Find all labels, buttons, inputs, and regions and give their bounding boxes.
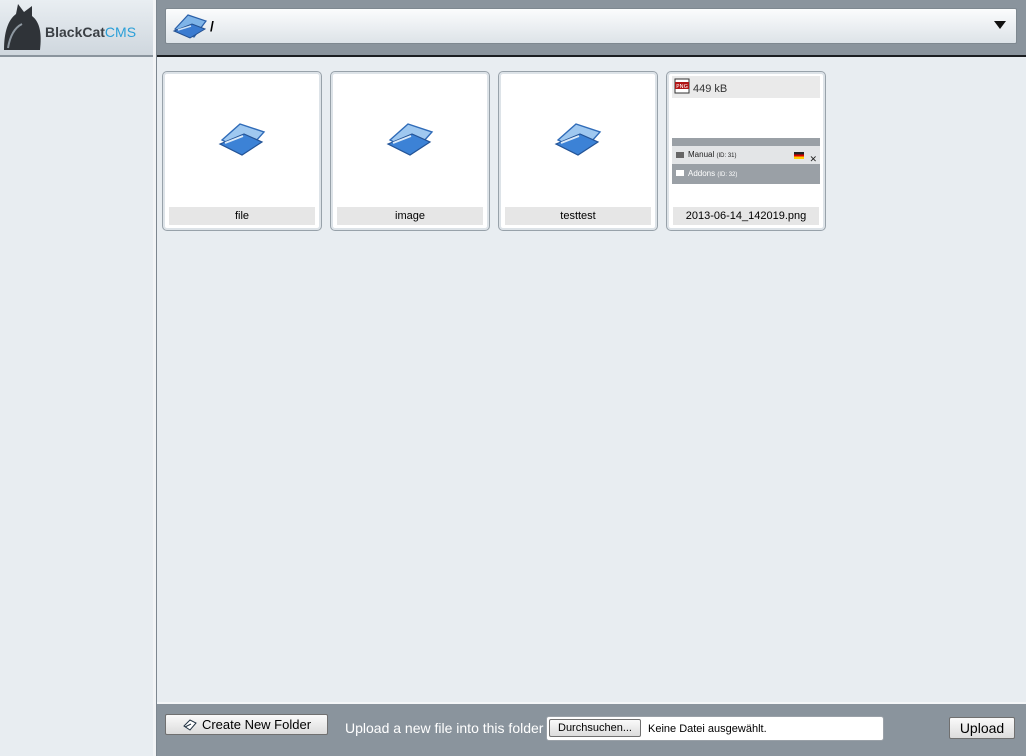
- png-file-icon: PNG: [674, 78, 690, 94]
- folder-tile-file[interactable]: file: [162, 71, 322, 231]
- tile-label: file: [169, 207, 315, 225]
- folder-icon: [218, 123, 266, 156]
- bottom-toolbar: Create New Folder Upload a new file into…: [157, 704, 1026, 756]
- path-selector[interactable]: /: [165, 8, 1017, 44]
- sidebar: [0, 57, 153, 756]
- tile-label: 2013-06-14_142019.png: [673, 207, 819, 225]
- file-size: 449 kB: [693, 83, 728, 95]
- dropdown-arrow-icon[interactable]: [994, 21, 1006, 29]
- upload-instructions: Upload a new file into this folder: [345, 720, 544, 736]
- folder-icon: [554, 123, 602, 156]
- logo: BlackCatCMS: [0, 0, 154, 55]
- preview-row-label: Addons: [688, 169, 716, 178]
- folder-tile-testtest[interactable]: testtest: [498, 71, 658, 231]
- new-folder-icon: [183, 719, 197, 731]
- preview-row-id: (ID: 31): [716, 153, 737, 159]
- logo-name: BlackCat: [45, 24, 105, 40]
- create-folder-button[interactable]: Create New Folder: [165, 714, 328, 735]
- file-grid: file image testtest PNG 449 kB Manual (I…: [157, 57, 1026, 702]
- file-input[interactable]: Durchsuchen... Keine Datei ausgewählt.: [546, 716, 884, 741]
- file-tile-png[interactable]: PNG 449 kB Manual (ID: 31) ✕ Addons (ID: …: [666, 71, 826, 231]
- tile-label: testtest: [505, 207, 651, 225]
- preview-row-id: (ID: 32): [717, 172, 738, 178]
- create-folder-label: Create New Folder: [201, 716, 312, 732]
- current-path: /: [210, 18, 214, 34]
- svg-text:PNG: PNG: [676, 84, 688, 90]
- file-status: Keine Datei ausgewählt.: [648, 723, 767, 735]
- black-cat-logo-icon: [4, 4, 41, 50]
- upload-button[interactable]: Upload: [949, 717, 1015, 739]
- tile-label: image: [337, 207, 483, 225]
- monitor-icon: [676, 170, 684, 176]
- logo-suffix: CMS: [104, 24, 137, 40]
- folder-tile-image[interactable]: image: [330, 71, 490, 231]
- german-flag-icon: [794, 152, 804, 159]
- image-thumbnail: Manual (ID: 31) ✕ Addons (ID: 32): [672, 138, 820, 186]
- folder-icon: [172, 14, 207, 39]
- browse-button[interactable]: Durchsuchen...: [549, 719, 641, 737]
- folder-icon: [386, 123, 434, 156]
- preview-row-label: Manual: [688, 150, 715, 159]
- file-info-header: PNG 449 kB: [672, 76, 820, 98]
- monitor-icon: [676, 152, 684, 158]
